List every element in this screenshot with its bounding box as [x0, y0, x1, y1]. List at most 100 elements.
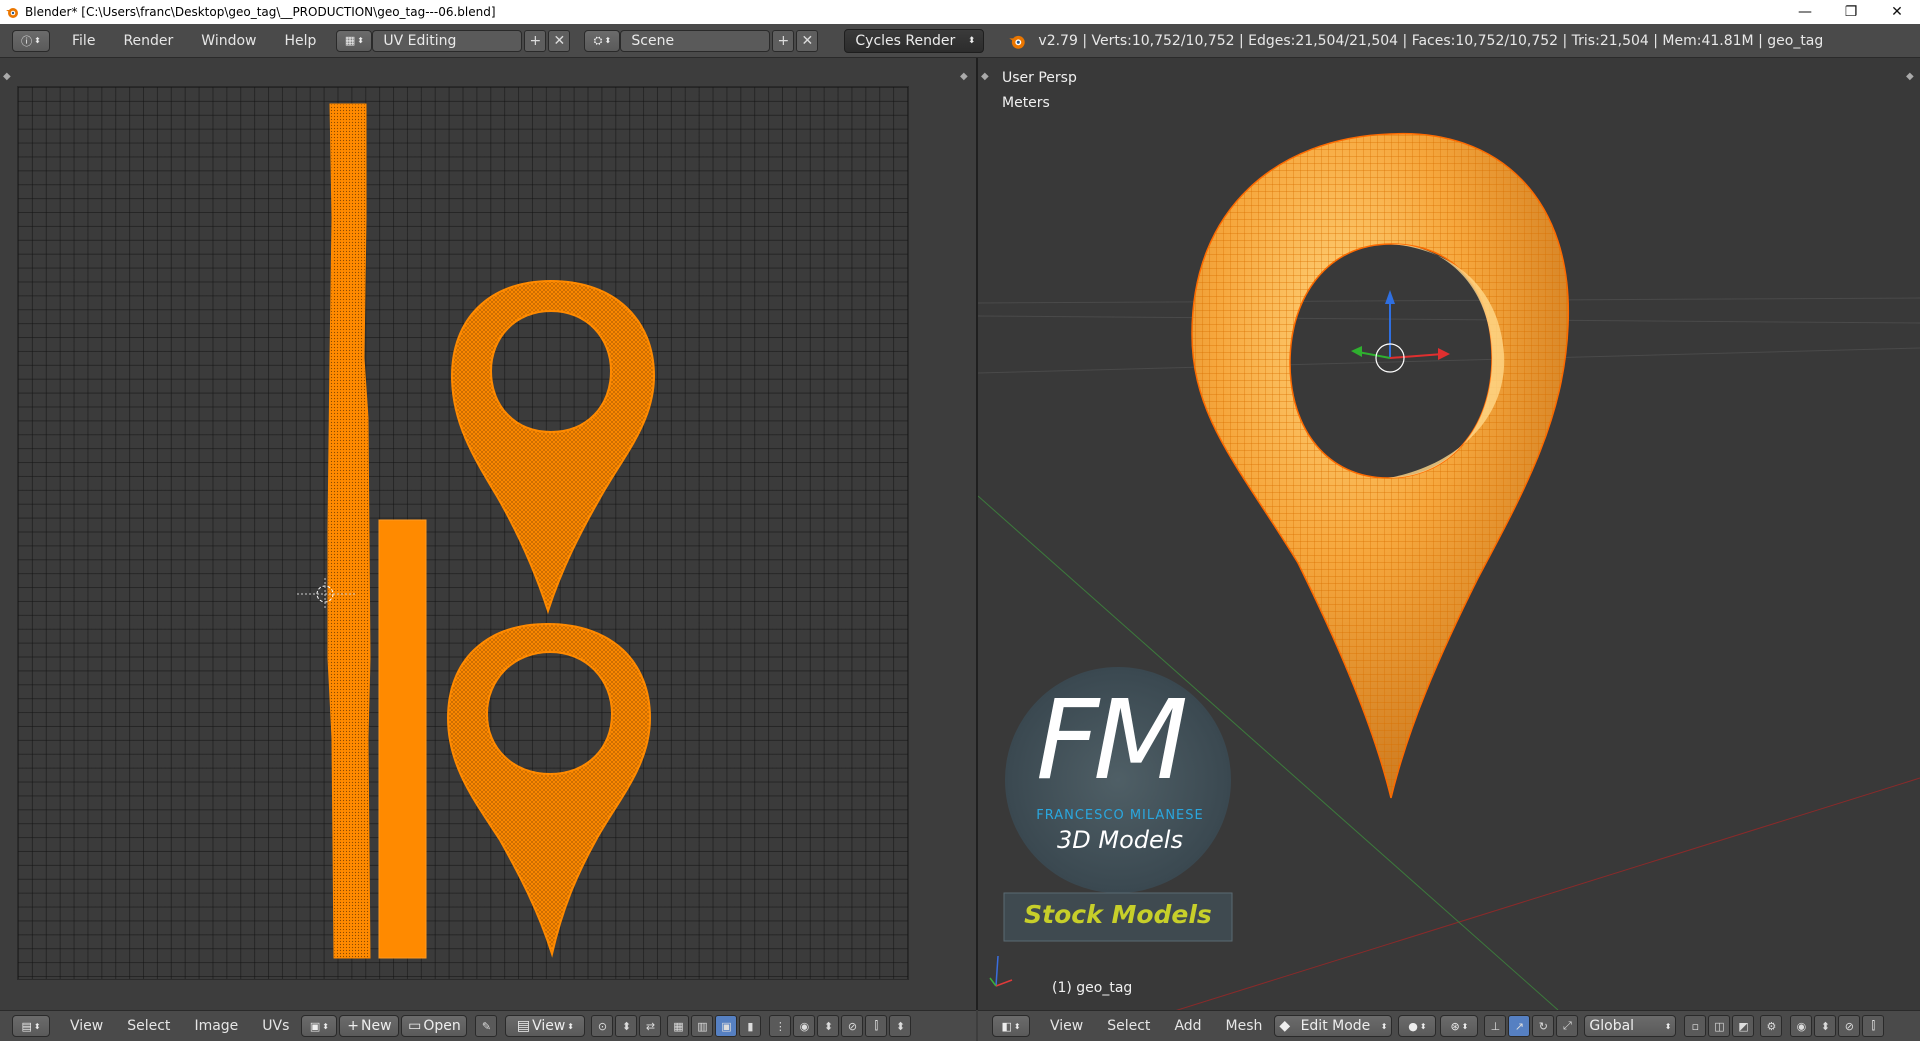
view-mode-select[interactable]: ▤ View ⬍: [505, 1015, 586, 1037]
menu-render[interactable]: Render: [109, 33, 187, 49]
add-screen-button[interactable]: +: [524, 29, 547, 52]
uv-sync-icon[interactable]: ⇄: [639, 1015, 662, 1037]
3d-view-header: ◧ ⬍ View Select Add Mesh ◆ Edit Mode ⬍ ● ⬍ ⊛…: [978, 1010, 1920, 1041]
render-engine-select[interactable]: Cycles Render ⬍: [844, 28, 985, 53]
pivot-icon[interactable]: ⊙: [591, 1015, 614, 1037]
updown-arrow-icon: ⬍: [1380, 1021, 1388, 1031]
uv-menu-select[interactable]: Select: [115, 1018, 182, 1034]
editor-type-info-button[interactable]: ⓘ ⬍: [12, 29, 50, 52]
pivot-icon: ⊛: [1450, 1019, 1460, 1033]
proportional-edit-icon[interactable]: ◉: [1790, 1015, 1813, 1037]
delete-scene-button[interactable]: ✕: [796, 29, 819, 52]
updown-arrow-icon: ⬍: [34, 36, 41, 45]
snap-icon[interactable]: ⊘: [841, 1015, 864, 1037]
uv-island-pin-front[interactable]: [450, 279, 656, 615]
uv-constraint-icon[interactable]: ⫿: [865, 1015, 888, 1037]
updown-arrow-icon: ⬍: [604, 36, 612, 45]
x-axis-line: [1175, 777, 1920, 1010]
updown-arrow-icon: ⬍: [1664, 1021, 1672, 1031]
viewport-scene[interactable]: [978, 58, 1920, 1010]
island-select-icon[interactable]: ▮: [739, 1015, 762, 1037]
vertex-select-mode-icon[interactable]: ▫: [1684, 1015, 1707, 1037]
uv-stretch-icon[interactable]: ⬍: [889, 1015, 912, 1037]
geo-tag-mesh[interactable]: [1191, 132, 1570, 799]
updown-arrow-icon: ⬍: [1461, 1021, 1469, 1031]
window-title: Blender* [C:\Users\franc\Desktop\geo_tag…: [25, 5, 496, 19]
uv-menu-image[interactable]: Image: [182, 1018, 250, 1034]
screen-layout-selector[interactable]: ▦ ⬍: [336, 29, 373, 52]
transform-orientation-select[interactable]: Global ⬍: [1584, 1015, 1677, 1037]
new-image-button[interactable]: + New: [339, 1015, 400, 1037]
rotate-manipulator-icon[interactable]: ↻: [1532, 1015, 1555, 1037]
info-icon: ⓘ: [21, 34, 33, 48]
close-button[interactable]: ✕: [1874, 0, 1920, 24]
uv-editor-header: ▤ ⬍ View Select Image UVs ▣ ⬍ + New ▭ Open ✎…: [0, 1010, 976, 1041]
menu-help[interactable]: Help: [270, 33, 330, 49]
window-titlebar: Blender* [C:\Users\franc\Desktop\geo_tag…: [0, 0, 1920, 24]
image-browse-button[interactable]: ▣ ⬍: [301, 1015, 338, 1037]
solid-sphere-icon: ●: [1408, 1019, 1418, 1033]
scene-field[interactable]: Scene: [620, 29, 771, 52]
proportional-edit-icon[interactable]: ◉: [793, 1015, 816, 1037]
snap-element-icon[interactable]: ⋮: [769, 1015, 792, 1037]
manipulator-toggle-icon[interactable]: ⊥: [1484, 1015, 1507, 1037]
open-image-button[interactable]: ▭ Open: [401, 1015, 468, 1037]
updown-arrow-icon: ⬍: [33, 1021, 41, 1031]
face-select-icon[interactable]: ▣: [715, 1015, 738, 1037]
uv-island-pin-back[interactable]: [446, 622, 652, 958]
edge-select-mode-icon[interactable]: ◫: [1708, 1015, 1731, 1037]
pin-icon[interactable]: ✎: [475, 1015, 498, 1037]
image-icon: ▤: [516, 1018, 531, 1034]
snap-element-icon[interactable]: ⫿: [1862, 1015, 1885, 1037]
edge-select-icon[interactable]: ▥: [691, 1015, 714, 1037]
fm-company-name: FRANCESCO MILANESE: [1036, 808, 1204, 823]
info-menu: File Render Window Help: [58, 33, 330, 49]
sticky-select-icon[interactable]: ⬍: [615, 1015, 638, 1037]
layout-grid-icon: ▦: [344, 34, 356, 47]
plus-icon: +: [347, 1018, 360, 1034]
editor-type-uv-button[interactable]: ▤ ⬍: [12, 1015, 50, 1037]
uv-island-rim-strip[interactable]: [378, 519, 427, 959]
interaction-mode-select[interactable]: ◆ Edit Mode ⬍: [1274, 1015, 1393, 1037]
view3d-menu-add[interactable]: Add: [1162, 1018, 1213, 1034]
vertex-select-icon[interactable]: ▦: [667, 1015, 690, 1037]
viewport-shading-select[interactable]: ● ⬍: [1398, 1015, 1437, 1037]
proportional-falloff-icon[interactable]: ⬍: [817, 1015, 840, 1037]
minimize-button[interactable]: —: [1782, 0, 1828, 24]
editor-type-3d-button[interactable]: ◧ ⬍: [992, 1015, 1030, 1037]
fm-logo-text: FM: [1036, 676, 1188, 804]
view3d-menu-view[interactable]: View: [1038, 1018, 1095, 1034]
scene-icon: ⛭: [593, 33, 603, 47]
maximize-button[interactable]: ❐: [1828, 0, 1874, 24]
translate-manipulator-icon[interactable]: ↗: [1508, 1015, 1531, 1037]
transform-manipulator[interactable]: [1351, 290, 1450, 373]
fm-logo-letters: FM: [1036, 685, 1188, 795]
uv-menu-view[interactable]: View: [58, 1018, 115, 1034]
screen-layout-field[interactable]: UV Editing: [372, 29, 523, 52]
transform-orientation-label: Global: [1589, 1018, 1635, 1034]
uv-image-editor[interactable]: ◆ ◆: [0, 58, 976, 1010]
x-icon: ✕: [801, 32, 814, 49]
updown-arrow-icon: ⬍: [357, 36, 364, 45]
view3d-menu-select[interactable]: Select: [1095, 1018, 1162, 1034]
uv-islands[interactable]: [0, 58, 976, 1010]
scene-selector[interactable]: ⛭ ⬍: [584, 29, 621, 52]
delete-screen-button[interactable]: ✕: [548, 29, 571, 52]
uv-menu-uvs[interactable]: UVs: [250, 1018, 301, 1034]
render-engine-label: Cycles Render: [855, 32, 956, 49]
add-scene-button[interactable]: +: [772, 29, 795, 52]
uv-island-side-strip[interactable]: [327, 103, 371, 959]
cube-icon: ◧: [1001, 1019, 1012, 1033]
open-image-label: Open: [423, 1018, 461, 1034]
3d-viewport[interactable]: User Persp Meters ◆ ◆ FM FRANCESCO MILAN…: [978, 58, 1920, 1010]
menu-file[interactable]: File: [58, 33, 109, 49]
scale-manipulator-icon[interactable]: ⤢: [1556, 1015, 1579, 1037]
object-info-label: (1) geo_tag: [1052, 980, 1133, 996]
occlude-geometry-icon[interactable]: ⚙: [1760, 1015, 1783, 1037]
menu-window[interactable]: Window: [187, 33, 270, 49]
proportional-falloff-icon[interactable]: ⬍: [1814, 1015, 1837, 1037]
pivot-point-select[interactable]: ⊛ ⬍: [1440, 1015, 1479, 1037]
view3d-menu-mesh[interactable]: Mesh: [1214, 1018, 1275, 1034]
face-select-mode-icon[interactable]: ◩: [1732, 1015, 1755, 1037]
snap-icon[interactable]: ⊘: [1838, 1015, 1861, 1037]
